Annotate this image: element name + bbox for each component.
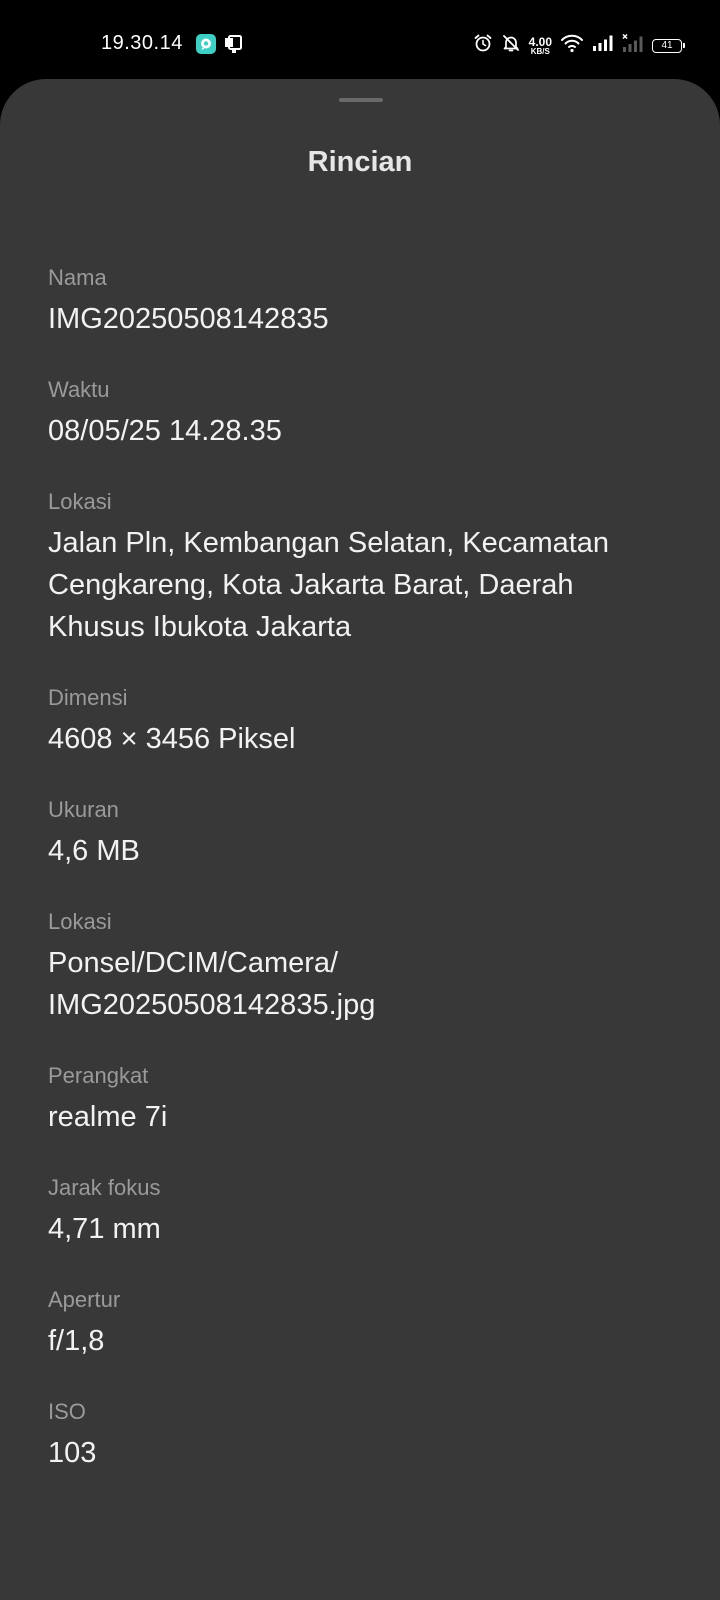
bell-off-icon xyxy=(501,33,521,58)
detail-value: 4608 × 3456 Piksel xyxy=(48,723,296,755)
signal-icon xyxy=(592,34,614,57)
detail-aperture: Apertur f/1,8 xyxy=(48,1286,678,1362)
detail-iso: ISO 103 xyxy=(48,1398,678,1474)
detail-label: Jarak fokus xyxy=(48,1175,161,1200)
sheet-title: Rincian xyxy=(307,146,413,178)
status-left-icons xyxy=(196,34,244,59)
detail-value: 103 xyxy=(48,1437,97,1469)
detail-label: ISO xyxy=(48,1399,86,1424)
status-time: 19.30.14 xyxy=(101,32,183,54)
detail-label: Lokasi xyxy=(48,909,112,934)
screenshot-notification-icon xyxy=(224,34,244,59)
chat-app-icon xyxy=(196,34,216,59)
detail-dimensions: Dimensi 4608 × 3456 Piksel xyxy=(48,684,678,760)
detail-device: Perangkat realme 7i xyxy=(48,1062,678,1138)
details-list: Nama IMG20250508142835 Waktu 08/05/25 14… xyxy=(48,264,678,1510)
battery-icon: 41 xyxy=(652,38,685,53)
detail-value: 08/05/25 14.28.35 xyxy=(48,415,282,447)
detail-location: Lokasi Jalan Pln, Kembangan Selatan, Kec… xyxy=(48,488,678,648)
signal-no-service-icon xyxy=(622,33,644,58)
detail-value: realme 7i xyxy=(48,1101,168,1133)
details-sheet: Rincian Nama IMG20250508142835 Waktu 08/… xyxy=(0,79,720,1600)
detail-path: Lokasi Ponsel/DCIM/Camera/ IMG2025050814… xyxy=(48,908,678,1026)
status-right-icons: 4.00 KB/S 41 xyxy=(473,33,685,58)
detail-label: Lokasi xyxy=(48,489,112,514)
detail-name: Nama IMG20250508142835 xyxy=(48,264,678,340)
detail-focal-length: Jarak fokus 4,71 mm xyxy=(48,1174,678,1250)
screen: 19.30.14 4.00 KB/S 41 Rincian Nama IMG20… xyxy=(0,0,720,1600)
detail-label: Perangkat xyxy=(48,1063,149,1088)
status-bar: 19.30.14 4.00 KB/S 41 xyxy=(0,0,720,80)
detail-value: 4,6 MB xyxy=(48,835,140,867)
detail-value: f/1,8 xyxy=(48,1325,105,1357)
detail-label: Nama xyxy=(48,265,107,290)
network-speed: 4.00 KB/S xyxy=(529,36,552,56)
detail-time: Waktu 08/05/25 14.28.35 xyxy=(48,376,678,452)
wifi-icon xyxy=(560,33,584,58)
detail-label: Ukuran xyxy=(48,797,119,822)
detail-value: 4,71 mm xyxy=(48,1213,161,1245)
detail-value: IMG20250508142835 xyxy=(48,303,329,335)
network-speed-value: 4.00 xyxy=(528,34,552,49)
alarm-icon xyxy=(473,33,493,58)
drag-handle[interactable] xyxy=(339,98,383,102)
detail-label: Apertur xyxy=(48,1287,121,1312)
detail-size: Ukuran 4,6 MB xyxy=(48,796,678,872)
detail-value: Jalan Pln, Kembangan Selatan, Kecamatan … xyxy=(48,527,610,643)
detail-value: Ponsel/DCIM/Camera/ IMG20250508142835.jp… xyxy=(48,947,376,1021)
detail-label: Waktu xyxy=(48,377,110,402)
detail-label: Dimensi xyxy=(48,685,128,710)
network-speed-unit: KB/S xyxy=(530,46,550,56)
